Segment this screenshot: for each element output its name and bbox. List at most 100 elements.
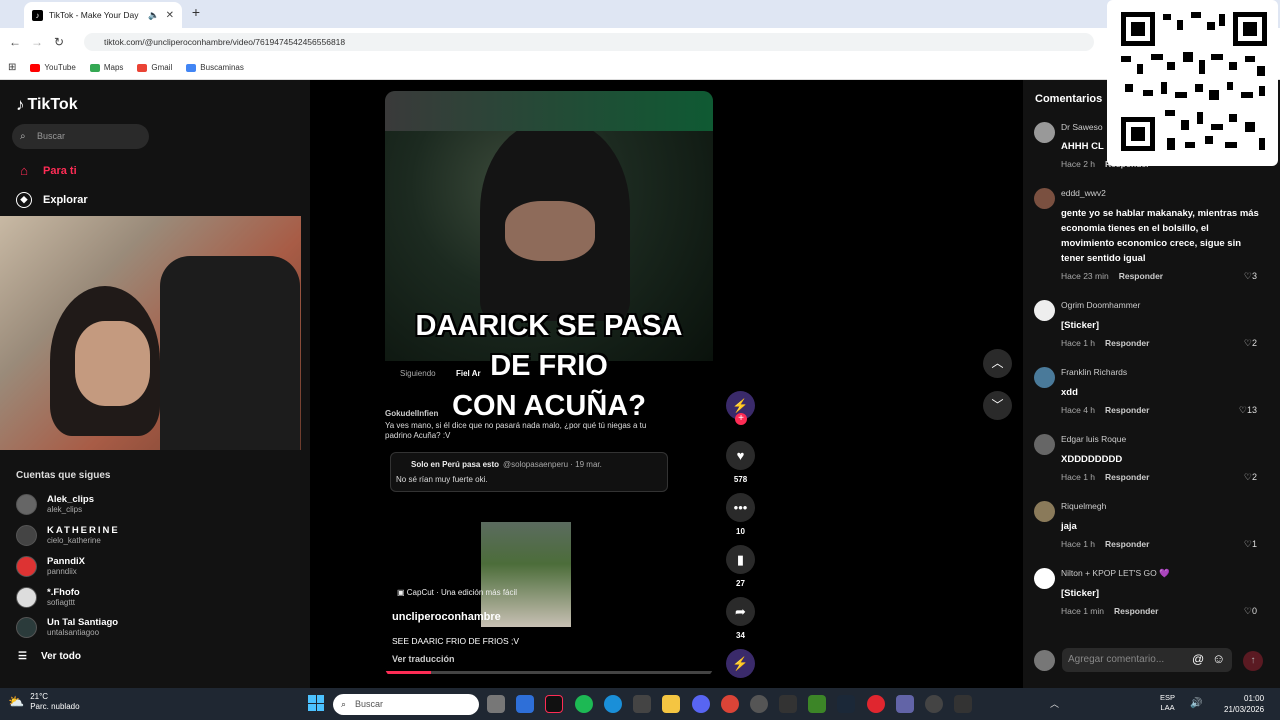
- comment-likes[interactable]: ♡2: [1244, 472, 1257, 483]
- address-bar[interactable]: tiktok.com/@uncliperoconhambre/video/761…: [84, 33, 1094, 51]
- taskbar-clock[interactable]: 01:00 21/03/2026: [1224, 693, 1264, 715]
- video-progress-fill: [385, 671, 431, 674]
- language-indicator[interactable]: ESP LAA: [1160, 693, 1175, 713]
- nav-explorar[interactable]: ◆ Explorar: [16, 192, 88, 208]
- task-view-icon[interactable]: [487, 695, 505, 713]
- reply-button[interactable]: Responder: [1105, 539, 1149, 549]
- heart-outline-icon: ♡: [1243, 606, 1252, 616]
- minecraft-icon[interactable]: [808, 695, 826, 713]
- steam-icon[interactable]: [837, 695, 855, 713]
- store-icon[interactable]: [633, 695, 651, 713]
- share-button[interactable]: ➦ 34: [726, 597, 755, 640]
- comment-user[interactable]: Franklin Richards: [1061, 367, 1127, 377]
- video-author[interactable]: uncliperoconhambre: [392, 611, 501, 623]
- reply-button[interactable]: Responder: [1114, 606, 1158, 616]
- video-progress-bar[interactable]: [385, 671, 713, 674]
- taskbar-search[interactable]: ⌕ Buscar: [333, 694, 479, 715]
- comment-user[interactable]: Edgar luis Roque: [1061, 434, 1126, 444]
- browser-tab[interactable]: ♪ TikTok - Make Your Day 🔈 ✕: [24, 2, 182, 28]
- comment-button[interactable]: ••• 10: [726, 493, 755, 536]
- author-avatar-button[interactable]: ⚡ +: [726, 391, 755, 425]
- reply-button[interactable]: Responder: [1105, 405, 1149, 415]
- search-input[interactable]: ⌕ Buscar: [12, 124, 149, 149]
- windows-start-icon[interactable]: [308, 695, 324, 711]
- bookmark-gmail[interactable]: Gmail: [137, 63, 172, 72]
- reload-icon[interactable]: ↻: [48, 35, 70, 49]
- mention-icon[interactable]: @: [1192, 652, 1204, 666]
- comment-user[interactable]: Dr Saweso: [1061, 122, 1103, 132]
- apps-grid-icon[interactable]: ⊞: [8, 62, 16, 73]
- teams-icon[interactable]: [896, 695, 914, 713]
- app-icon[interactable]: [516, 695, 534, 713]
- translate-link[interactable]: Ver traducción: [392, 654, 455, 664]
- bookmark-maps[interactable]: Maps: [89, 63, 123, 72]
- volume-icon[interactable]: 🔊: [1190, 698, 1202, 709]
- see-all-link[interactable]: ☰ Ver todo: [18, 651, 81, 662]
- tiktok-app-icon[interactable]: [545, 695, 563, 713]
- app-icon[interactable]: [925, 695, 943, 713]
- comment-user[interactable]: Riquelmegh: [1061, 501, 1106, 511]
- app-icon[interactable]: [750, 695, 768, 713]
- emoji-icon[interactable]: ☺: [1212, 651, 1225, 666]
- avatar[interactable]: [1034, 434, 1055, 455]
- edge-icon[interactable]: [604, 695, 622, 713]
- next-video-button[interactable]: ﹀: [983, 391, 1012, 420]
- following-item[interactable]: Un Tal Santiago untalsantiagoo: [16, 617, 118, 638]
- previous-video-button[interactable]: ︿: [983, 349, 1012, 378]
- following-item[interactable]: *.Fhofo sofiagttt: [16, 587, 80, 608]
- following-item[interactable]: PanndiX panndiix: [16, 556, 85, 577]
- sound-disc-button[interactable]: ⚡: [726, 649, 755, 678]
- avatar[interactable]: [1034, 501, 1055, 522]
- capcut-tag[interactable]: ▣ CapCut · Una edición más fácil: [397, 588, 517, 597]
- share-count: 34: [736, 631, 745, 640]
- app-icon[interactable]: [954, 695, 972, 713]
- comment-likes[interactable]: ♡0: [1244, 606, 1257, 617]
- comment-likes[interactable]: ♡1: [1244, 539, 1257, 550]
- bookmark-buscaminas[interactable]: Buscaminas: [186, 63, 244, 72]
- following-item[interactable]: Alek_clips alek_clips: [16, 494, 94, 515]
- reply-button[interactable]: Responder: [1105, 338, 1149, 348]
- back-icon[interactable]: ←: [4, 35, 26, 49]
- comment-user[interactable]: Nilton + KPOP LET'S GO 💜: [1061, 568, 1170, 579]
- opera-icon[interactable]: [867, 695, 885, 713]
- comment-likes[interactable]: ♡13: [1239, 405, 1257, 416]
- forward-icon[interactable]: →: [26, 35, 48, 49]
- speaker-icon[interactable]: 🔈: [148, 10, 159, 21]
- video-player[interactable]: Siguiendo Fiel Ar GokudelInfien Ya ves m…: [385, 91, 713, 677]
- heart-outline-icon: ♡: [1243, 539, 1252, 549]
- spotify-icon[interactable]: [575, 695, 593, 713]
- chrome-icon[interactable]: [721, 695, 739, 713]
- comment-likes[interactable]: ♡3: [1244, 271, 1257, 282]
- avatar[interactable]: [1034, 367, 1055, 388]
- like-button[interactable]: ♥ 578: [726, 441, 755, 484]
- comment-text: [Sticker]: [1061, 588, 1100, 599]
- avatar[interactable]: [1034, 300, 1055, 321]
- tiktok-logo[interactable]: ♪ TikTok: [16, 95, 78, 115]
- app-icon[interactable]: [779, 695, 797, 713]
- reply-button[interactable]: Responder: [1105, 472, 1149, 482]
- avatar[interactable]: [1034, 568, 1055, 589]
- comment-user[interactable]: eddd_wwv2: [1061, 188, 1106, 198]
- gaming-chair: [160, 256, 300, 450]
- new-tab-button[interactable]: +: [188, 4, 204, 22]
- nav-para-ti[interactable]: ⌂ Para ti: [16, 163, 77, 179]
- follow-plus-icon[interactable]: +: [735, 413, 747, 425]
- comment-likes[interactable]: ♡2: [1244, 338, 1257, 349]
- quoted-post: Solo en Perú pasa esto @solopasaenperu ·…: [390, 452, 668, 492]
- heart-outline-icon: ♡: [1243, 271, 1252, 281]
- discord-icon[interactable]: [692, 695, 710, 713]
- close-tab-icon[interactable]: ✕: [166, 10, 174, 21]
- avatar[interactable]: [1034, 188, 1055, 209]
- reply-button[interactable]: Responder: [1119, 271, 1163, 281]
- folder-icon[interactable]: [662, 695, 680, 713]
- comment-input[interactable]: Agregar comentario...: [1062, 648, 1232, 672]
- bookmark-youtube[interactable]: YouTube: [30, 63, 76, 72]
- send-comment-button[interactable]: ↑: [1243, 651, 1263, 671]
- save-button[interactable]: ▮ 27: [726, 545, 755, 588]
- following-item[interactable]: KATHERINE cielo_katherine: [16, 525, 120, 546]
- comment-user[interactable]: Ogrim Doomhammer: [1061, 300, 1140, 310]
- weather-widget[interactable]: ⛅ 21°C Parc. nublado: [8, 692, 80, 712]
- tray-chevron-icon[interactable]: ︿: [1050, 697, 1059, 710]
- heart-outline-icon: ♡: [1243, 338, 1252, 348]
- avatar[interactable]: [1034, 122, 1055, 143]
